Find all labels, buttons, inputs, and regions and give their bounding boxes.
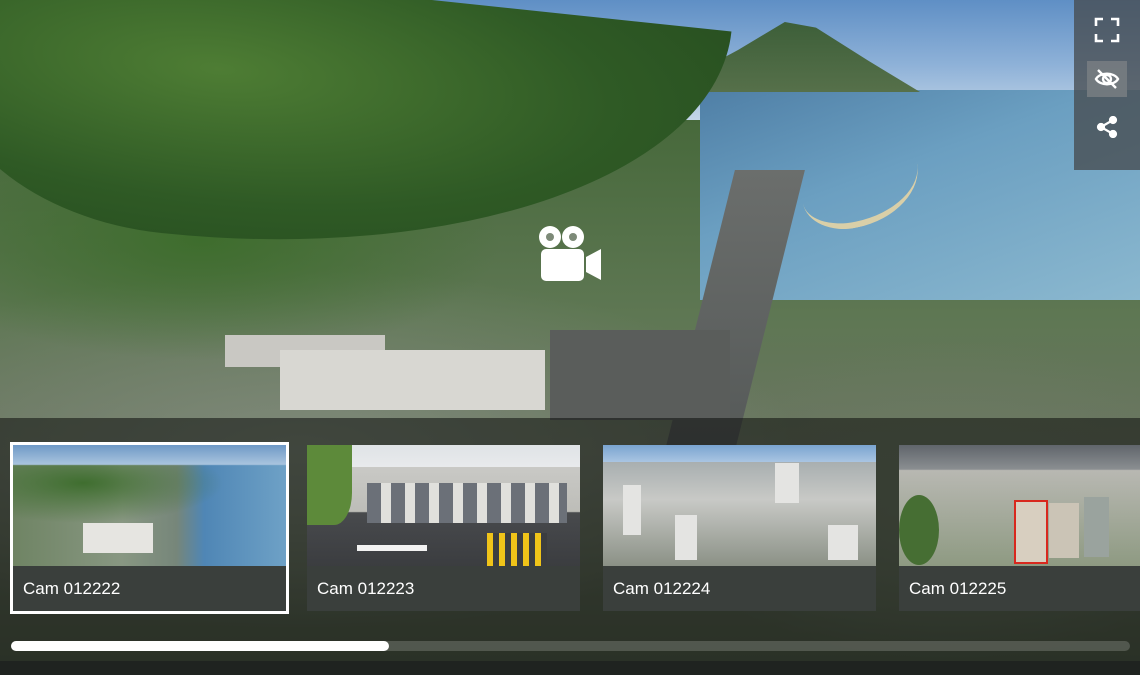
hide-overlays-button[interactable] [1087,61,1127,97]
tower [675,515,697,560]
tree [307,445,352,525]
road-arrow [357,545,427,551]
camera-thumbnail [307,445,580,566]
share-button[interactable] [1087,109,1127,145]
parking-lot [550,330,730,420]
building-facade [367,483,567,523]
camera-label: Cam 012224 [603,566,876,611]
scrollbar-thumb[interactable] [11,641,389,651]
fullscreen-icon [1094,17,1120,43]
fullscreen-button[interactable] [1087,12,1127,48]
video-camera-icon[interactable] [536,224,604,284]
eye-off-icon [1094,69,1120,89]
camera-label: Cam 012223 [307,566,580,611]
bottom-strip [0,661,1140,675]
camera-thumbnail [13,445,286,566]
camera-card-012225[interactable]: Cam 012225 [899,445,1140,611]
camera-thumbnail [603,445,876,566]
camera-label: Cam 012225 [899,566,1140,611]
crosswalk [487,533,547,566]
tower [623,485,641,535]
building [280,350,545,410]
tower [828,525,858,560]
camera-card-012223[interactable]: Cam 012223 [307,445,580,611]
tree [899,495,939,565]
highlighted-parcel [1014,500,1048,564]
share-icon [1096,116,1118,138]
camera-card-012222[interactable]: Cam 012222 [10,442,289,614]
viewer-toolbar [1074,0,1140,170]
building [83,523,153,553]
camera-thumbnail [899,445,1140,566]
building [1084,497,1109,557]
tower [775,463,799,503]
camera-card-012224[interactable]: Cam 012224 [603,445,876,611]
camera-label: Cam 012222 [13,566,286,611]
building [1049,503,1079,558]
